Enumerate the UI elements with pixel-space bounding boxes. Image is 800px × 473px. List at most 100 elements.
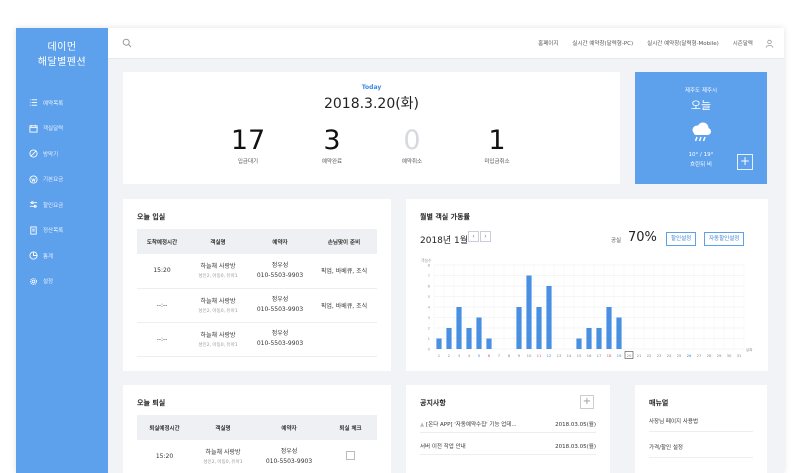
table-header: 도착예정시간 객실명 예약자 손님맞이 준비 <box>137 229 377 254</box>
checkout-check-cell <box>324 440 377 473</box>
notice-title: 서버 이전 작업 안내 <box>420 443 466 450</box>
manual-item[interactable]: 가격/할인 설정 <box>649 438 753 458</box>
link-booking-mobile[interactable]: 실시간 예약창(달력형-Mobile) <box>647 39 719 47</box>
bar <box>456 307 462 349</box>
vacancy-rate: 70% <box>628 230 657 245</box>
notice-item[interactable]: 서버 이전 작업 안내 2018.03.05(월) <box>420 437 596 455</box>
table-header: 퇴실예정시간 객실명 예약자 퇴실 체크 <box>137 415 377 440</box>
guest-cell: 정우성 010-5503-9903 <box>249 254 311 289</box>
sidebar-item-base-rate[interactable]: 기본요금 <box>16 167 108 193</box>
guest-cell: 정우성 010-5503-9903 <box>249 288 311 323</box>
prep-cell: 픽업, 바베큐, 조식 <box>311 288 377 323</box>
x-tick-label: 15 <box>577 353 582 358</box>
notice-more-button[interactable]: + <box>580 395 594 409</box>
checkin-card: 오늘 입실 도착예정시간 객실명 예약자 손님맞이 준비 15:20 하늘채 사… <box>123 199 391 371</box>
link-booking-pc[interactable]: 실시간 예약창(달력형-PC) <box>572 39 633 47</box>
user-icon[interactable] <box>765 39 774 48</box>
x-tick-label: 12 <box>547 353 552 358</box>
stat-label: 입금대기 <box>237 159 259 165</box>
x-tick-label: 31 <box>737 353 742 358</box>
sidebar-item-label: 설정 <box>43 279 54 286</box>
sidebar-item-reservations[interactable]: 예약목록 <box>16 90 108 116</box>
x-tick-label: 24 <box>667 353 672 358</box>
bar <box>476 317 482 349</box>
auto-discount-settings-button[interactable]: 자동할인설정 <box>704 232 745 246</box>
bar <box>576 338 582 349</box>
today-date: 2018.3.20(화) <box>323 96 420 112</box>
card-title: 공지사항 <box>420 399 446 407</box>
discount-settings-button[interactable]: 할인설정 <box>666 232 697 246</box>
stat-cancelled[interactable]: 0 예약취소 <box>372 125 452 165</box>
bar <box>596 328 602 349</box>
sidebar-item-settings[interactable]: 설정 <box>16 269 108 295</box>
y-axis-label: 객실수 <box>421 258 432 263</box>
calendar-icon <box>29 124 38 133</box>
room-cell: 하늘채 사랑방 성인2, 아동0, 유아1 <box>187 322 249 357</box>
column-header: 퇴실예정시간 <box>137 415 192 440</box>
checkout-table: 퇴실예정시간 객실명 예약자 퇴실 체크 15:20 하늘채 사랑방 성인2, 아… <box>137 415 377 473</box>
sidebar-item-settlement[interactable]: 정산목록 <box>16 218 108 244</box>
bar <box>606 307 612 349</box>
stat-label: 미입금취소 <box>484 159 510 165</box>
stat-unpaid-cancelled[interactable]: 1 미입금취소 <box>457 125 537 165</box>
x-tick-label: 11 <box>537 353 542 358</box>
x-tick-label: 25 <box>677 353 682 358</box>
guest-name: 정우성 <box>280 447 298 455</box>
sidebar-item-label: 기본요금 <box>43 177 64 184</box>
stat-value: 0 <box>403 125 421 156</box>
checkout-checkbox[interactable] <box>346 451 355 461</box>
stat-value: 17 <box>230 125 266 156</box>
table-row[interactable]: 15:20 하늘채 사랑방 성인2, 아동0, 유아1 정우성 010-5503-9… <box>137 254 377 289</box>
guest-phone: 010-5503-9903 <box>256 271 304 279</box>
weather-add-button[interactable]: + <box>737 154 753 170</box>
occupancy-bar-chart: 012345678객실수1 2 3 4 5 6 7 8 9 10 11 12 13 14 15 16 17 18 1… <box>421 258 753 359</box>
prev-month-button[interactable]: ‹ <box>468 231 479 242</box>
checkout-card: 오늘 퇴실 퇴실예정시간 객실명 예약자 퇴실 체크 15:20 하늘채 사랑방… <box>123 385 391 473</box>
table-row[interactable]: 15:20 하늘채 사랑방 성인2, 아동0, 유아1 정우성 010-5503-9… <box>137 440 377 473</box>
column-header: 객실명 <box>187 229 249 254</box>
won-icon <box>29 175 38 184</box>
manual-card: 매뉴얼 사장님 페이지 사용법 가격/할인 설정 <box>635 385 767 473</box>
search-icon[interactable] <box>122 38 132 48</box>
arrival-time: --:-- <box>137 322 187 357</box>
stat-awaiting-payment[interactable]: 17 입금대기 <box>208 125 288 165</box>
notice-date: 2018.03.05(월) <box>555 421 596 428</box>
sidebar-item-block-room[interactable]: 방막기 <box>16 141 108 167</box>
column-header: 도착예정시간 <box>137 229 187 254</box>
table-row[interactable]: --:-- 하늘채 사랑방 성인2, 아동0, 유아1 정우성 010-5503-9… <box>137 288 377 323</box>
logo[interactable]: 데이먼 해달별펜션 <box>16 28 108 70</box>
bar <box>486 338 492 349</box>
stat-value: 3 <box>323 125 341 156</box>
y-tick-label: 1 <box>428 336 431 341</box>
table-row[interactable]: --:-- 하늘채 사랑방 성인2, 아동0, 유아1 정우성 010-5503-9… <box>137 322 377 357</box>
top-links: 홈페이지 실시간 예약창(달력형-PC) 실시간 예약창(달력형-Mobile)… <box>524 39 784 48</box>
sidebar-item-statistics[interactable]: 통계 <box>16 243 108 269</box>
list-icon <box>29 99 38 106</box>
manual-item[interactable]: 사장님 페이지 사용법 <box>649 412 753 432</box>
notice-date: 2018.03.05(월) <box>555 443 596 450</box>
stat-confirmed[interactable]: 3 예약완료 <box>292 125 372 165</box>
x-tick-label: 5 <box>478 353 481 358</box>
notice-title: [온다 APP] '자동예약수집' 기능 업데... <box>425 421 517 428</box>
prep-cell: 픽업, 바베큐, 조식 <box>311 254 377 289</box>
notice-item[interactable]: ▲ [온다 APP] '자동예약수집' 기능 업데... 2018.03.05(… <box>420 415 596 433</box>
today-summary-card: Today 2018.3.20(화) 17 입금대기 3 예약완료 0 예약취소… <box>123 72 620 184</box>
x-tick-label: 20 <box>627 353 632 358</box>
link-season-calendar[interactable]: 시즌달력 <box>733 39 753 47</box>
next-month-button[interactable]: › <box>480 231 491 242</box>
sidebar-item-discount-rate[interactable]: 할인요금 <box>16 192 108 218</box>
y-tick-label: 4 <box>428 305 431 310</box>
x-tick-label: 30 <box>727 353 732 358</box>
x-tick-label: 10 <box>527 353 532 358</box>
x-axis-label: 날짜 <box>746 347 753 352</box>
x-tick-label: 29 <box>717 353 722 358</box>
guest-count: 성인2, 아동0, 유아1 <box>198 342 238 348</box>
bar <box>586 328 592 349</box>
departure-time: 15:20 <box>137 440 192 473</box>
sidebar-item-room-calendar[interactable]: 객실달력 <box>16 116 108 142</box>
y-tick-label: 0 <box>428 347 431 352</box>
column-header: 예약자 <box>249 229 311 254</box>
link-homepage[interactable]: 홈페이지 <box>538 39 558 47</box>
room-name: 하늘채 사랑방 <box>200 297 236 305</box>
card-title: 매뉴얼 <box>649 399 669 407</box>
